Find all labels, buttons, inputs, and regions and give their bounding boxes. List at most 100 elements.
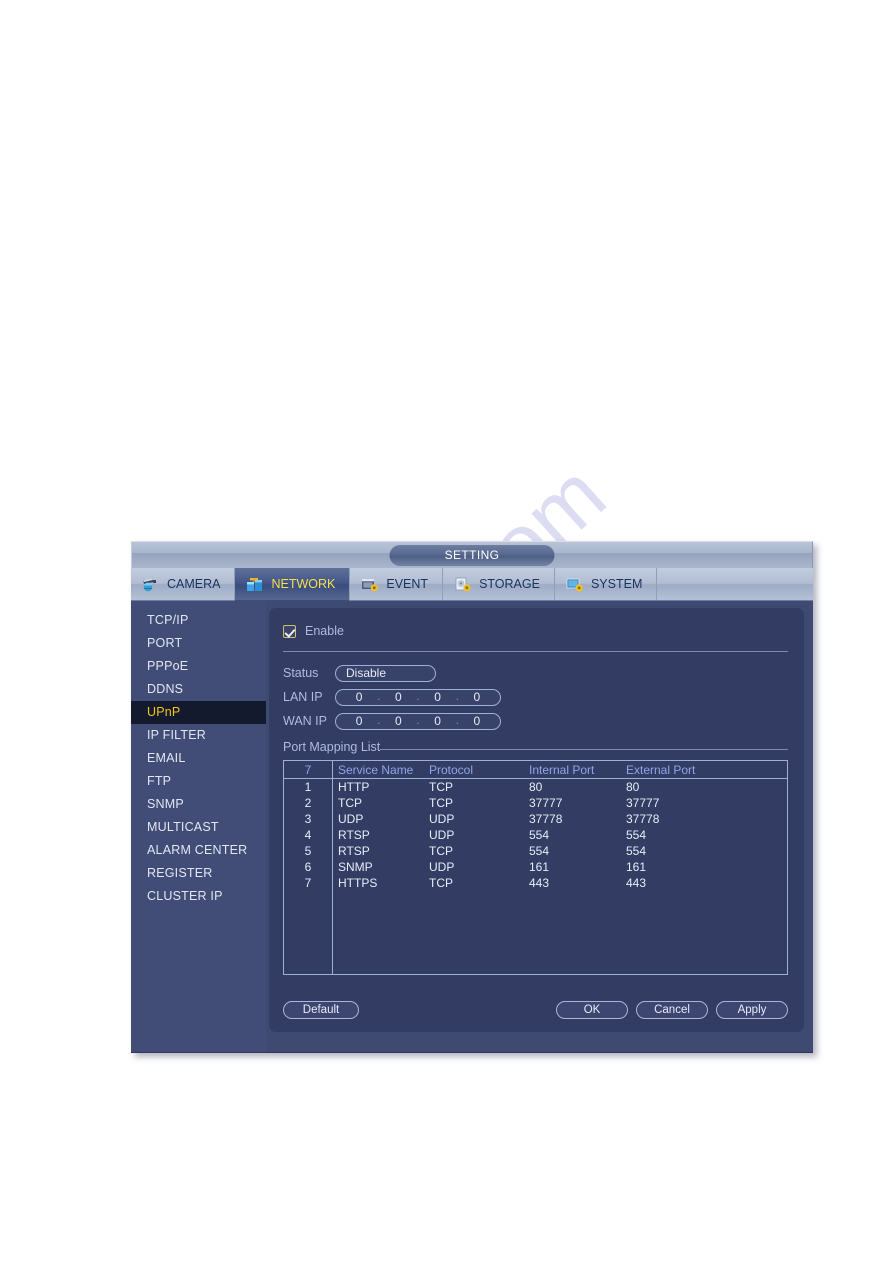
dialog-titlebar: SETTING <box>131 541 813 568</box>
row-protocol: UDP <box>429 860 455 874</box>
row-service-name: TCP <box>338 796 362 810</box>
table-column-divider <box>332 761 333 974</box>
status-label: Status <box>283 666 319 680</box>
sidebar-item-port[interactable]: PORT <box>131 632 266 655</box>
tab-camera[interactable]: CAMERA <box>131 568 236 600</box>
sidebar-item-ddns[interactable]: DDNS <box>131 678 266 701</box>
port-mapping-table: 7 Service Name Protocol Internal Port Ex… <box>283 760 788 975</box>
sidebar-item-alarm-center[interactable]: ALARM CENTER <box>131 839 266 862</box>
row-protocol: TCP <box>429 876 453 890</box>
network-sidebar: TCP/IP PORT PPPoE DDNS UPnP IP FILTER EM… <box>131 601 266 1052</box>
upnp-panel: Enable Status Disable LAN IP 0 . 0 . 0 .… <box>269 608 804 1032</box>
sidebar-item-pppoe[interactable]: PPPoE <box>131 655 266 678</box>
tab-storage[interactable]: STORAGE <box>443 568 555 600</box>
row-index: 6 <box>304 860 312 874</box>
enable-label: Enable <box>305 624 344 638</box>
tab-camera-label: CAMERA <box>167 577 221 591</box>
table-row[interactable]: 2 TCP TCP 37777 37777 <box>284 795 787 811</box>
wan-ip-field[interactable]: 0 . 0 . 0 . 0 <box>335 712 501 730</box>
tab-event[interactable]: EVENT <box>350 568 444 600</box>
row-service-name: HTTPS <box>338 876 378 890</box>
row-internal-port: 37778 <box>529 812 563 826</box>
port-mapping-rule <box>380 749 788 750</box>
lan-ip-octet-3[interactable]: 0 <box>421 690 455 704</box>
sidebar-item-snmp[interactable]: SNMP <box>131 793 266 816</box>
tab-system[interactable]: SYSTEM <box>555 568 658 600</box>
enable-row: Enable <box>283 622 788 640</box>
header-external-port: External Port <box>626 762 696 777</box>
wan-ip-label: WAN IP <box>283 714 327 728</box>
lan-ip-octet-1[interactable]: 0 <box>342 690 376 704</box>
row-internal-port: 161 <box>529 860 550 874</box>
default-button[interactable]: Default <box>283 1001 359 1019</box>
header-index: 7 <box>304 762 312 777</box>
event-icon <box>360 576 380 593</box>
row-external-port: 37777 <box>626 796 660 810</box>
table-row[interactable]: 1 HTTP TCP 80 80 <box>284 779 787 795</box>
row-index: 4 <box>304 828 312 842</box>
status-value: Disable <box>335 664 436 682</box>
wan-ip-row: WAN IP 0 . 0 . 0 . 0 <box>283 709 788 733</box>
row-protocol: UDP <box>429 812 455 826</box>
row-external-port: 554 <box>626 828 647 842</box>
row-index: 2 <box>304 796 312 810</box>
table-row[interactable]: 6 SNMP UDP 161 161 <box>284 859 787 875</box>
network-icon <box>245 576 265 593</box>
system-icon <box>565 576 585 593</box>
sidebar-item-register[interactable]: REGISTER <box>131 862 266 885</box>
row-index: 7 <box>304 876 312 890</box>
sidebar-item-multicast[interactable]: MULTICAST <box>131 816 266 839</box>
row-external-port: 443 <box>626 876 647 890</box>
row-service-name: HTTP <box>338 780 370 794</box>
cancel-button[interactable]: Cancel <box>636 1001 708 1019</box>
sidebar-item-tcpip[interactable]: TCP/IP <box>131 609 266 632</box>
port-mapping-section-header: Port Mapping List <box>283 740 788 754</box>
header-protocol: Protocol <box>429 762 474 777</box>
content-area: Enable Status Disable LAN IP 0 . 0 . 0 .… <box>266 601 813 1052</box>
row-internal-port: 554 <box>529 828 550 842</box>
table-row[interactable]: 7 HTTPS TCP 443 443 <box>284 875 787 891</box>
row-service-name: SNMP <box>338 860 373 874</box>
table-header-row: 7 Service Name Protocol Internal Port Ex… <box>284 761 787 779</box>
header-service-name: Service Name <box>338 762 414 777</box>
row-internal-port: 554 <box>529 844 550 858</box>
row-external-port: 161 <box>626 860 647 874</box>
camera-icon <box>141 576 161 593</box>
sidebar-item-cluster-ip[interactable]: CLUSTER IP <box>131 885 266 908</box>
row-index: 3 <box>304 812 312 826</box>
table-row[interactable]: 4 RTSP UDP 554 554 <box>284 827 787 843</box>
table-row[interactable]: 5 RTSP TCP 554 554 <box>284 843 787 859</box>
wan-ip-octet-2[interactable]: 0 <box>381 714 415 728</box>
sidebar-item-email[interactable]: EMAIL <box>131 747 266 770</box>
sidebar-item-ftp[interactable]: FTP <box>131 770 266 793</box>
row-protocol: TCP <box>429 796 453 810</box>
settings-dialog: SETTING CAMERA NETWORK EVENT STORAGE SYS… <box>131 541 813 1053</box>
row-index: 5 <box>304 844 312 858</box>
row-service-name: UDP <box>338 812 364 826</box>
port-mapping-label: Port Mapping List <box>283 740 381 754</box>
row-internal-port: 80 <box>529 780 543 794</box>
lan-ip-octet-2[interactable]: 0 <box>381 690 415 704</box>
lan-ip-label: LAN IP <box>283 690 323 704</box>
dialog-body: TCP/IP PORT PPPoE DDNS UPnP IP FILTER EM… <box>131 601 813 1052</box>
wan-ip-octet-1[interactable]: 0 <box>342 714 376 728</box>
tab-network-label: NETWORK <box>271 577 336 591</box>
sidebar-item-upnp[interactable]: UPnP <box>131 701 266 724</box>
row-index: 1 <box>304 780 312 794</box>
lan-ip-octet-4[interactable]: 0 <box>460 690 494 704</box>
sidebar-item-ip-filter[interactable]: IP FILTER <box>131 724 266 747</box>
enable-divider <box>283 651 788 652</box>
lan-ip-field[interactable]: 0 . 0 . 0 . 0 <box>335 688 501 706</box>
enable-checkbox[interactable] <box>283 624 296 638</box>
storage-icon <box>453 576 473 593</box>
row-service-name: RTSP <box>338 844 370 858</box>
wan-ip-octet-3[interactable]: 0 <box>421 714 455 728</box>
tab-system-label: SYSTEM <box>590 577 643 591</box>
tab-network[interactable]: NETWORK <box>235 568 351 601</box>
table-row[interactable]: 3 UDP UDP 37778 37778 <box>284 811 787 827</box>
dialog-title: SETTING <box>389 545 555 566</box>
wan-ip-octet-4[interactable]: 0 <box>460 714 494 728</box>
main-tabstrip: CAMERA NETWORK EVENT STORAGE SYSTEM <box>131 568 813 601</box>
apply-button[interactable]: Apply <box>716 1001 788 1019</box>
ok-button[interactable]: OK <box>556 1001 628 1019</box>
